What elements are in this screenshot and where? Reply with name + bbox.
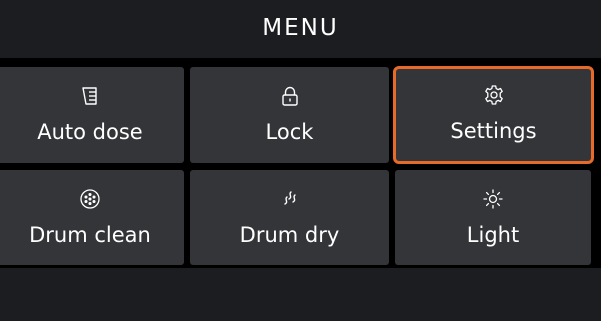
menu-tile-drum-dry[interactable]: Drum dry bbox=[190, 170, 389, 265]
airflow-icon bbox=[190, 188, 389, 210]
gear-icon bbox=[396, 84, 591, 106]
menu-tile-label: Settings bbox=[450, 119, 537, 143]
menu-tile-label: Lock bbox=[265, 120, 314, 144]
bottom-bar bbox=[0, 268, 601, 321]
menu-tile-label: Drum dry bbox=[239, 223, 340, 247]
menu-screen: MENU Auto dose Lock Settings Drum clean … bbox=[0, 0, 601, 321]
menu-tile-light[interactable]: Light bbox=[395, 170, 591, 265]
menu-tile-lock[interactable]: Lock bbox=[190, 67, 389, 163]
detergent-container-icon bbox=[0, 85, 184, 107]
padlock-icon bbox=[190, 85, 389, 107]
menu-tile-label: Light bbox=[466, 223, 520, 247]
menu-tile-drum-clean[interactable]: Drum clean bbox=[0, 170, 184, 265]
menu-tile-auto-dose[interactable]: Auto dose bbox=[0, 67, 184, 163]
sun-icon bbox=[395, 188, 591, 210]
menu-tile-label: Drum clean bbox=[29, 223, 151, 247]
drum-icon bbox=[0, 188, 184, 210]
menu-tile-label: Auto dose bbox=[37, 120, 143, 144]
menu-tile-settings[interactable]: Settings bbox=[393, 66, 594, 164]
